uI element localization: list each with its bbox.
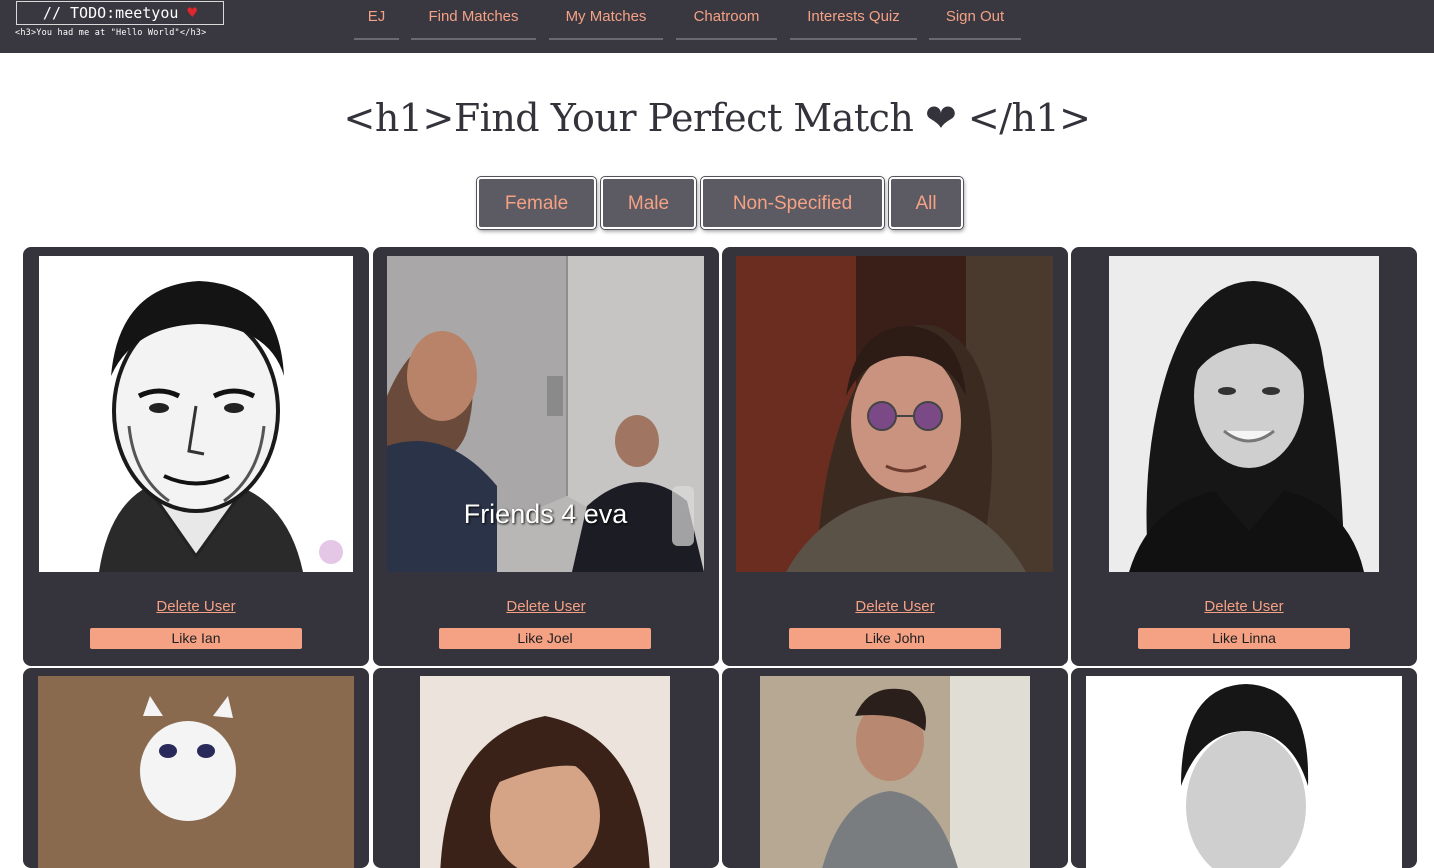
woman-portrait-icon — [1109, 256, 1379, 572]
sketch-portrait-man-icon — [39, 256, 353, 572]
delete-user-link[interactable]: Delete User — [373, 598, 719, 615]
like-user-button[interactable]: Like Linna — [1138, 628, 1350, 649]
man-selfie-photo-icon — [760, 676, 1030, 868]
user-card — [1071, 668, 1417, 868]
nav-interests-quiz[interactable]: Interests Quiz — [790, 0, 917, 40]
white-cat-photo-icon — [38, 676, 354, 868]
user-card: Friends 4 eva Delete User Like Joel — [373, 247, 719, 666]
user-card: Delete User Like John — [722, 247, 1068, 666]
user-card: Delete User Like Linna — [1071, 247, 1417, 666]
site-logo[interactable]: // TODO:meetyou ♥ <h3>You had me at "Hel… — [15, 1, 225, 41]
delete-user-link[interactable]: Delete User — [1071, 598, 1417, 615]
top-navbar: // TODO:meetyou ♥ <h3>You had me at "Hel… — [0, 0, 1434, 53]
filter-all-button[interactable]: All — [889, 177, 963, 229]
page-title: <h1>Find Your Perfect Match ❤ </h1> — [343, 96, 1091, 140]
filter-non-specified-button[interactable]: Non-Specified — [701, 177, 884, 229]
friends-photo-icon: Friends 4 eva — [387, 256, 704, 572]
user-card — [373, 668, 719, 868]
logo-box: // TODO:meetyou ♥ — [16, 1, 224, 25]
like-user-button[interactable]: Like John — [789, 628, 1001, 649]
man-round-glasses-icon — [736, 256, 1053, 572]
logo-text: // TODO:meetyou — [42, 4, 179, 22]
like-user-button[interactable]: Like Joel — [439, 628, 651, 649]
user-card: Delete User Like Ian — [23, 247, 369, 666]
nav-chatroom[interactable]: Chatroom — [676, 0, 777, 40]
user-card — [23, 668, 369, 868]
user-card — [722, 668, 1068, 868]
heart-icon: ♥ — [187, 3, 198, 22]
like-user-button[interactable]: Like Ian — [90, 628, 302, 649]
nav-user-ej[interactable]: EJ — [354, 0, 399, 40]
nav-find-matches[interactable]: Find Matches — [411, 0, 536, 40]
delete-user-link[interactable]: Delete User — [23, 598, 369, 615]
logo-tagline: <h3>You had me at "Hello World"</h3> — [15, 28, 207, 38]
man-bw-portrait-icon — [1086, 676, 1402, 868]
nav-my-matches[interactable]: My Matches — [549, 0, 663, 40]
delete-user-link[interactable]: Delete User — [722, 598, 1068, 615]
filter-male-button[interactable]: Male — [601, 177, 696, 229]
woman-photo-icon — [420, 676, 670, 868]
nav-sign-out[interactable]: Sign Out — [929, 0, 1021, 40]
filter-female-button[interactable]: Female — [477, 177, 596, 229]
photo-caption: Friends 4 eva — [463, 499, 628, 529]
